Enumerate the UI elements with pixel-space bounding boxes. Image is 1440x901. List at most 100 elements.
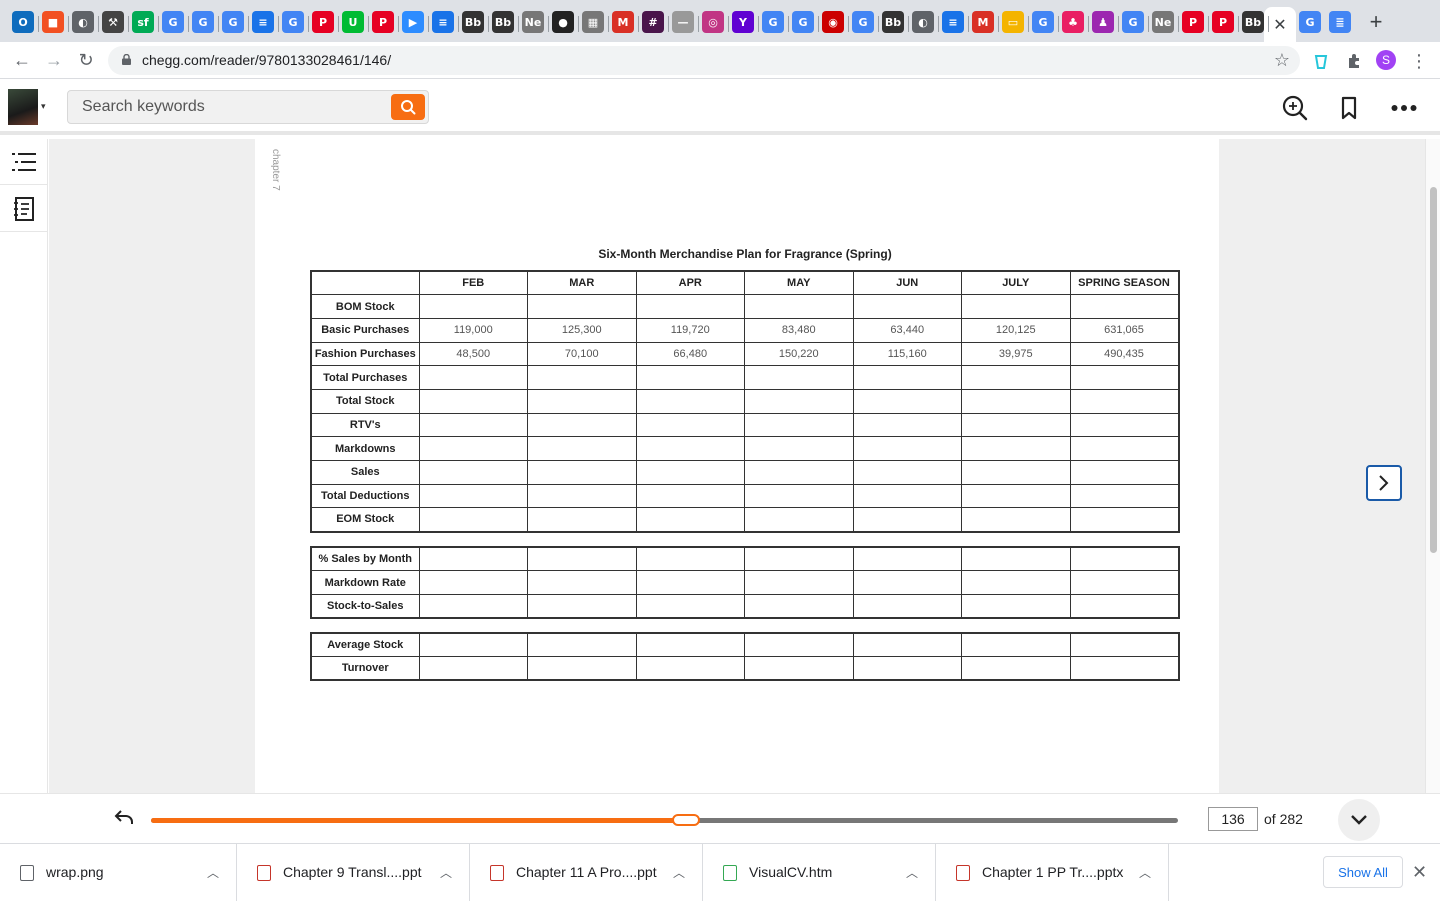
search-button[interactable] <box>391 94 425 120</box>
extension-icon[interactable] <box>1310 50 1332 72</box>
blackboard-icon[interactable]: Bb <box>492 11 514 33</box>
tab-separator <box>1238 16 1239 32</box>
pinterest-icon[interactable]: P <box>1182 11 1204 33</box>
zoom-icon[interactable]: ▶ <box>402 11 424 33</box>
table-cell: 83,480 <box>744 317 854 343</box>
show-all-downloads-button[interactable]: Show All <box>1323 856 1403 888</box>
chevron-up-icon[interactable]: ︿ <box>440 864 452 881</box>
pinterest-icon[interactable]: P <box>1212 11 1234 33</box>
google-icon[interactable]: G <box>222 11 244 33</box>
gmail-icon[interactable]: M <box>972 11 994 33</box>
progress-handle[interactable] <box>672 814 701 826</box>
tab-separator <box>1208 16 1209 32</box>
powerpoint-file-icon <box>956 865 970 881</box>
google-icon[interactable]: G <box>282 11 304 33</box>
google-icon[interactable]: G <box>1122 11 1144 33</box>
target-icon[interactable]: ◉ <box>822 11 844 33</box>
google-icon[interactable]: G <box>1032 11 1054 33</box>
table-cell: 70,100 <box>527 341 637 367</box>
bookmark-star-icon[interactable]: ☆ <box>1274 50 1290 71</box>
next-page-button[interactable] <box>1366 465 1402 501</box>
search-input[interactable] <box>68 91 388 123</box>
tab-separator <box>38 16 39 32</box>
app-icon[interactable]: ⚒ <box>102 11 124 33</box>
globe-icon[interactable]: ◐ <box>912 11 934 33</box>
download-item[interactable]: Chapter 9 Transl....ppt ︿ <box>237 844 470 901</box>
table-cell <box>961 483 1071 509</box>
forward-icon[interactable]: → <box>42 48 66 72</box>
table-of-contents-button[interactable] <box>0 139 48 185</box>
chevron-up-icon[interactable]: ︿ <box>1139 864 1151 881</box>
app-icon[interactable]: ♟ <box>1092 11 1114 33</box>
left-toolbar <box>0 139 48 793</box>
netflix-icon[interactable]: Ne <box>522 11 544 33</box>
chevron-up-icon[interactable]: ︿ <box>673 864 685 881</box>
table-cell <box>961 570 1071 595</box>
outlook-icon[interactable]: O <box>12 11 34 33</box>
reload-icon[interactable]: ↻ <box>74 48 98 72</box>
go-back-icon[interactable] <box>114 808 134 831</box>
vertical-scrollbar[interactable] <box>1425 139 1440 793</box>
tab-separator <box>548 16 549 32</box>
app-icon[interactable]: U <box>342 11 364 33</box>
download-item[interactable]: wrap.png ︿ <box>0 844 237 901</box>
gmail-icon[interactable]: M <box>612 11 634 33</box>
row-label: Turnover <box>310 656 420 681</box>
chevron-up-icon[interactable]: ︿ <box>207 864 219 881</box>
blackboard-icon[interactable]: Bb <box>882 11 904 33</box>
bookmark-icon[interactable] <box>1336 95 1362 121</box>
close-downloads-icon[interactable]: ✕ <box>1412 862 1427 883</box>
google-icon[interactable]: G <box>792 11 814 33</box>
blackboard-icon[interactable]: Bb <box>1242 11 1264 33</box>
back-icon[interactable]: ← <box>10 48 34 72</box>
page-progress-slider[interactable] <box>151 814 1178 826</box>
pinterest-icon[interactable]: P <box>312 11 334 33</box>
tab-separator <box>398 16 399 32</box>
globe-icon[interactable]: ◐ <box>72 11 94 33</box>
google-icon[interactable]: G <box>762 11 784 33</box>
scrollbar-thumb[interactable] <box>1430 187 1437 553</box>
tab-separator <box>458 16 459 32</box>
download-item[interactable]: Chapter 1 PP Tr....pptx ︿ <box>936 844 1169 901</box>
puzzle-extensions-icon[interactable] <box>1343 50 1365 72</box>
zoom-in-icon[interactable] <box>1282 95 1308 121</box>
omnibox[interactable]: chegg.com/reader/9780133028461/146/ ☆ <box>108 46 1300 75</box>
sf-icon[interactable]: sf <box>132 11 154 33</box>
chevron-down-icon[interactable]: ▾ <box>41 101 46 112</box>
table-cell <box>744 294 854 319</box>
filter-icon[interactable]: ≡ <box>252 11 274 33</box>
app-icon[interactable]: — <box>672 11 694 33</box>
app-icon[interactable]: ♣ <box>1062 11 1084 33</box>
google-icon[interactable]: G <box>162 11 184 33</box>
docs-icon[interactable]: ≣ <box>1329 11 1351 33</box>
slack-icon[interactable]: # <box>642 11 664 33</box>
tab-separator <box>128 16 129 32</box>
download-item[interactable]: VisualCV.htm ︿ <box>703 844 936 901</box>
filter-icon[interactable]: ≡ <box>942 11 964 33</box>
google-icon[interactable]: G <box>192 11 214 33</box>
yahoo-icon[interactable]: Y <box>732 11 754 33</box>
microsoft-icon[interactable]: ■ <box>42 11 64 33</box>
instagram-icon[interactable]: ◎ <box>702 11 724 33</box>
page-number-input[interactable]: 136 <box>1208 807 1258 831</box>
collapse-button[interactable] <box>1338 799 1380 841</box>
new-tab-button[interactable]: + <box>1364 11 1388 35</box>
netflix-icon[interactable]: Ne <box>1152 11 1174 33</box>
more-options-icon[interactable] <box>1390 95 1418 121</box>
chart-icon[interactable]: ▦ <box>582 11 604 33</box>
blackboard-icon[interactable]: Bb <box>462 11 484 33</box>
book-cover-thumbnail[interactable] <box>8 89 38 125</box>
notes-button[interactable] <box>0 186 48 232</box>
google-icon[interactable]: G <box>852 11 874 33</box>
download-item[interactable]: Chapter 11 A Pro....ppt ︿ <box>470 844 703 901</box>
tab-separator <box>938 16 939 32</box>
filter-icon[interactable]: ≡ <box>432 11 454 33</box>
google-icon[interactable]: G <box>1299 11 1321 33</box>
chevron-up-icon[interactable]: ︿ <box>906 864 918 881</box>
pinterest-icon[interactable]: P <box>372 11 394 33</box>
profile-avatar[interactable]: S <box>1376 50 1396 70</box>
browser-menu-icon[interactable]: ⋮ <box>1408 50 1430 72</box>
table-row: Markdowns <box>310 436 1179 461</box>
slides-icon[interactable]: ▭ <box>1002 11 1024 33</box>
app-icon[interactable]: ● <box>552 11 574 33</box>
